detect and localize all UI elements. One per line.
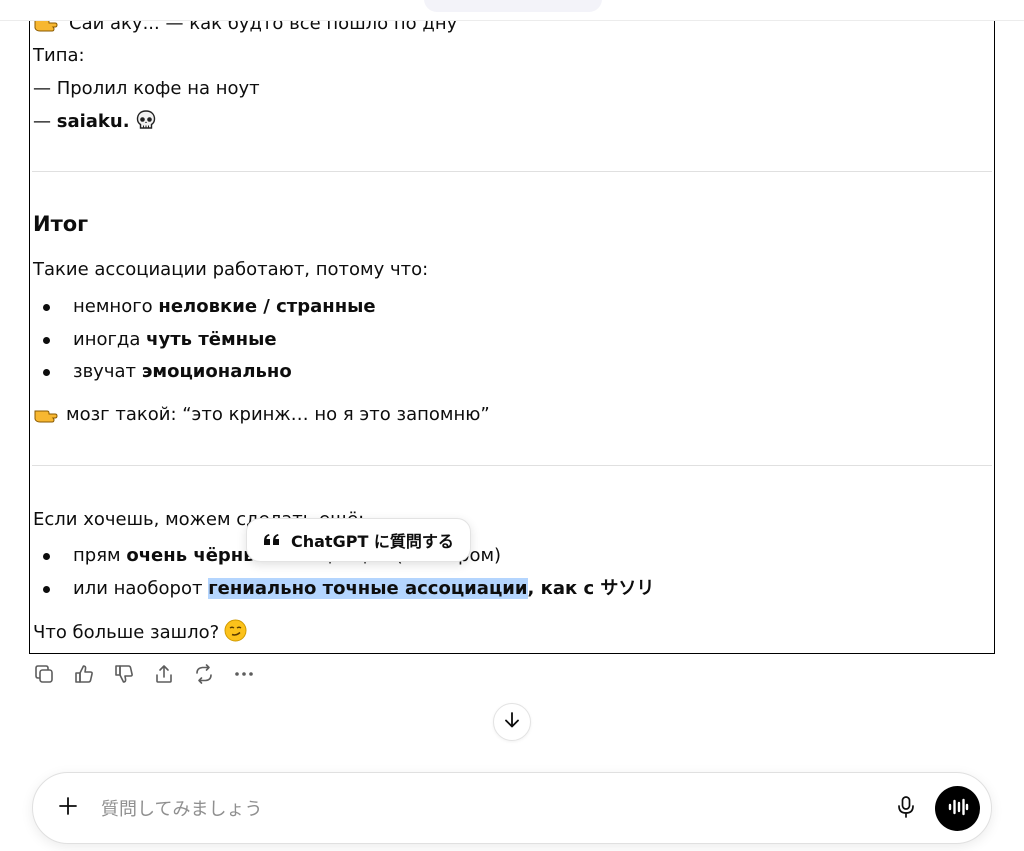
- summary-bullets: немного неловкие / странные иногда чуть …: [33, 295, 376, 393]
- closing-line: Что больше зашло?: [33, 619, 247, 649]
- voice-mode-button[interactable]: [935, 786, 980, 831]
- divider-2: [32, 465, 992, 466]
- closing-text: Что больше зашло?: [33, 622, 220, 643]
- type-label: Типа:: [33, 45, 85, 66]
- dash-item-2-bold: saiaku.: [56, 111, 130, 132]
- good-response-button[interactable]: [73, 664, 95, 688]
- share-button[interactable]: [153, 664, 175, 688]
- thumbs-down-icon: [113, 663, 135, 689]
- list-item: немного неловкие / странные: [33, 295, 376, 328]
- summary-intro: Такие ассоциации работают, потому что:: [33, 259, 429, 280]
- copy-icon: [33, 663, 55, 689]
- pointing-hand-icon: [33, 403, 59, 423]
- smirk-face-icon: [224, 619, 247, 649]
- list-item: звучат эмоционально: [33, 360, 376, 393]
- brain-line-text: мозг такой: “это кринж… но я это запомню…: [66, 404, 490, 425]
- bullet-bold: чуть тёмные: [146, 328, 277, 350]
- list-item: иногда чуть тёмные: [33, 328, 376, 361]
- regenerate-button[interactable]: [193, 664, 215, 688]
- arrow-down-icon: [502, 710, 522, 734]
- bullet-bold: , как с サソリ: [527, 577, 655, 599]
- ask-chatgpt-popup[interactable]: ChatGPT に質問する: [246, 518, 471, 562]
- bullet-bold: эмоционально: [141, 361, 292, 382]
- add-attachment-button[interactable]: [53, 793, 83, 823]
- dash-item-2: — saiaku.: [33, 109, 157, 138]
- plus-icon: [57, 795, 79, 821]
- bullet-plain: звучат: [73, 361, 142, 382]
- brain-line: мозг такой: “это кринж… но я это запомню…: [33, 403, 490, 427]
- skull-icon: [135, 109, 157, 138]
- divider-1: [32, 171, 992, 172]
- bullet-plain: прям: [73, 545, 127, 566]
- thumbs-up-icon: [73, 663, 95, 689]
- prompt-input[interactable]: [99, 793, 863, 825]
- dash-item-2-prefix: —: [33, 111, 57, 132]
- share-icon: [153, 663, 175, 689]
- ask-chatgpt-label: ChatGPT に質問する: [291, 532, 454, 551]
- quote-icon: [263, 532, 281, 548]
- refresh-icon: [193, 663, 215, 689]
- voice-waveform-icon: [947, 797, 969, 821]
- more-icon: [233, 663, 255, 689]
- top-pill: [424, 0, 602, 12]
- bullet-plain: немного: [73, 296, 159, 317]
- bullet-plain: или наоборот: [73, 577, 209, 599]
- more-actions-button[interactable]: [233, 664, 255, 688]
- bullet-bold: неловкие / странные: [158, 296, 376, 317]
- summary-heading: Итог: [33, 212, 89, 236]
- bullet-plain: иногда: [73, 328, 147, 350]
- bad-response-button[interactable]: [113, 664, 135, 688]
- scroll-to-bottom-button[interactable]: [493, 703, 531, 741]
- microphone-icon: [895, 795, 917, 823]
- copy-button[interactable]: [33, 664, 55, 688]
- assistant-message: Саи аку... — как будто всё пошло по дну …: [29, 0, 995, 654]
- composer: [32, 772, 992, 844]
- list-item: или наоборот гениально точные ассоциации…: [33, 577, 654, 610]
- top-bar: [0, 0, 1024, 21]
- selected-text[interactable]: гениально точные ассоциации: [208, 577, 528, 599]
- dictate-button[interactable]: [892, 795, 920, 823]
- message-actions: [33, 664, 255, 688]
- dash-item-1: — Пролил кофе на ноут: [33, 78, 260, 99]
